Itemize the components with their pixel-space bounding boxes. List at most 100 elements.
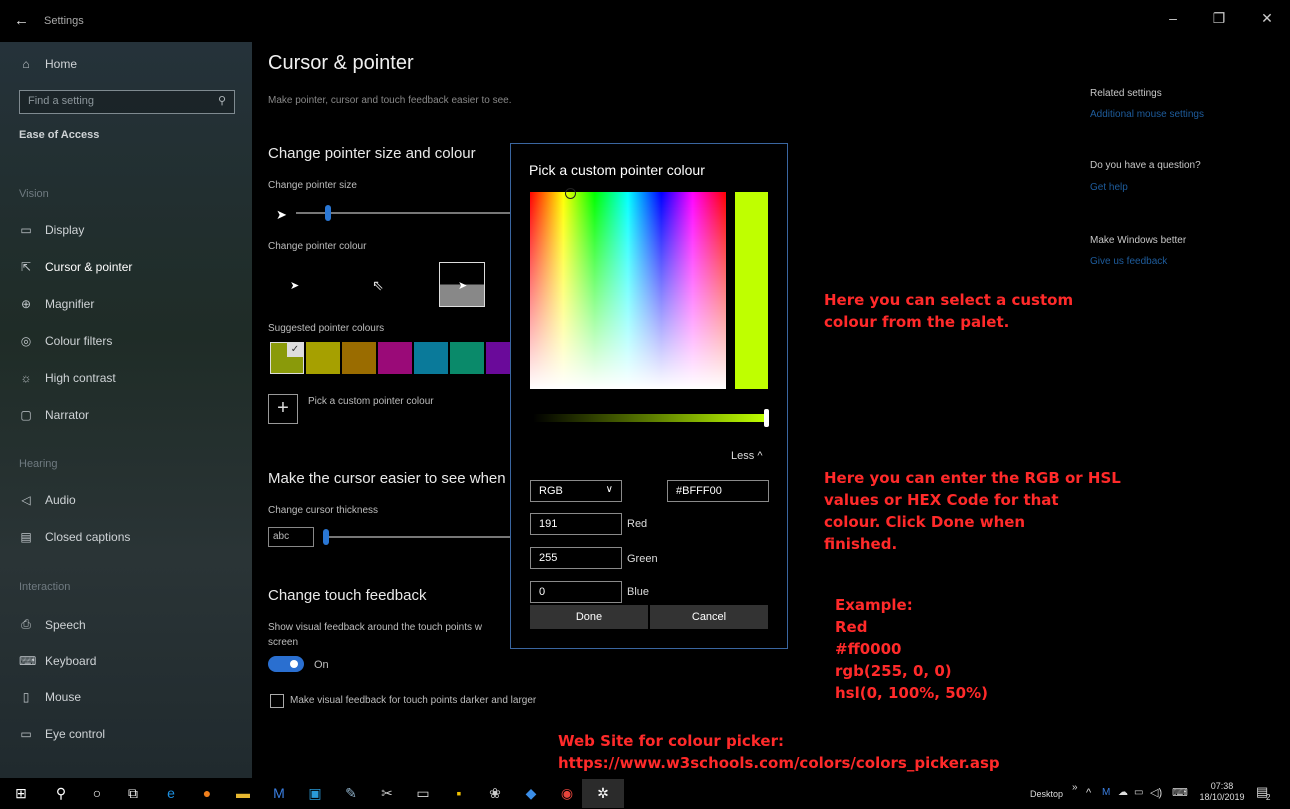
give-feedback-link[interactable]: Give us feedback [1090,256,1167,267]
minimize-button[interactable]: – [1150,10,1196,34]
sidebar-item-home[interactable]: ⌂ Home [19,57,77,71]
people-app-icon[interactable]: ❀ [486,785,504,802]
annotation-line: Here you can enter the RGB or HSL [824,469,1121,487]
colour-mode-select[interactable]: RGB ∨ [530,480,622,502]
clock[interactable]: 07:38 18/10/2019 [1198,781,1246,803]
store-app-icon[interactable]: ◆ [522,785,540,802]
colour-spectrum[interactable] [530,188,726,389]
colour-swatch[interactable] [414,342,448,374]
cursor-thickness-slider-track[interactable] [328,536,510,538]
pointer-colour-label: Change pointer colour [268,241,367,252]
paint-app-icon[interactable]: ✎ [342,785,360,802]
chevron-up-icon[interactable]: ^ [1086,787,1091,799]
sidebar-item-colour-filters[interactable]: ◎ Colour filters [19,334,113,348]
less-toggle[interactable]: Less ^ [731,450,762,462]
settings-app-active[interactable]: ✲ [582,779,624,808]
task-view-icon[interactable]: ⧉ [124,785,142,802]
desktop-toolbar[interactable]: Desktop [1030,789,1063,799]
search-placeholder: Find a setting [28,95,95,107]
windows-better-heading: Make Windows better [1090,235,1187,246]
gear-icon: ✲ [597,785,609,801]
darker-feedback-checkbox[interactable] [270,694,284,708]
green-input[interactable]: 255 [530,547,622,569]
annotation-line: rgb(255, 0, 0) [835,662,952,680]
sidebar-item-display[interactable]: ▭ Display [19,223,84,237]
pointer-size-slider-thumb[interactable] [325,205,331,221]
sidebar-item-narrator[interactable]: ▢ Narrator [19,408,89,422]
sidebar-item-eye-control[interactable]: ▭ Eye control [19,727,105,741]
keyboard-tray-icon[interactable]: ⌨ [1172,786,1188,799]
colour-swatch[interactable]: ✓ [270,342,304,374]
brightness-slider[interactable] [533,409,769,427]
firefox-icon[interactable]: ● [198,785,216,802]
touch-feedback-description-cont: screen [268,637,299,648]
colour-swatch[interactable] [306,342,340,374]
black-pointer-option[interactable]: ⇖ [372,277,384,294]
mail-tray-icon[interactable]: M [1102,787,1110,798]
cortana-icon[interactable]: ○ [88,785,106,802]
edge-icon[interactable]: e [162,785,180,802]
cloud-icon[interactable]: ☁ [1118,787,1128,798]
close-button[interactable]: ✕ [1244,10,1290,34]
page-subtitle: Make pointer, cursor and touch feedback … [268,95,512,106]
done-button[interactable]: Done [530,605,648,629]
colour-mode-value: RGB [539,485,563,497]
additional-mouse-settings-link[interactable]: Additional mouse settings [1090,109,1204,120]
get-help-link[interactable]: Get help [1090,182,1128,193]
search-input[interactable]: Find a setting ⚲ [19,90,235,114]
terminal-icon[interactable]: ▭ [414,785,432,802]
annotation-line: #ff0000 [835,640,902,658]
search-icon[interactable]: ⚲ [218,94,226,107]
file-explorer-icon[interactable]: ▬ [234,785,252,802]
cursor-icon: ⇱ [20,260,32,274]
network-icon[interactable]: ▭ [1134,787,1143,798]
mail-app-icon[interactable]: M [270,785,288,802]
sticky-notes-icon[interactable]: ▪ [450,785,468,802]
chrome-icon[interactable]: ◉ [558,785,576,802]
hex-input[interactable]: #BFFF00 [667,480,769,502]
inverted-pointer-option[interactable]: ➤ [439,262,485,307]
green-label: Green [627,553,658,565]
cursor-thickness-slider-thumb[interactable] [323,529,329,545]
toolbar-overflow-icon[interactable]: » [1072,782,1078,793]
add-custom-colour-button[interactable]: + [268,394,298,424]
snipping-tool-icon[interactable]: ✂ [378,785,396,802]
sidebar-item-speech[interactable]: ⎙ Speech [19,617,86,632]
colour-swatch[interactable] [450,342,484,374]
category-title: Ease of Access [19,129,100,141]
annotation-line: finished. [824,535,898,553]
monitor-icon: ▭ [20,223,32,237]
sidebar-item-high-contrast[interactable]: ☼ High contrast [19,371,116,385]
sidebar-item-label: Mouse [45,690,82,704]
blue-input[interactable]: 0 [530,581,622,603]
windows-start-icon[interactable]: ⊞ [12,785,30,802]
brightness-slider-thumb[interactable] [764,409,769,427]
sidebar-item-label: Keyboard [45,654,97,668]
colour-swatch[interactable] [342,342,376,374]
photos-app-icon[interactable]: ▣ [306,785,324,802]
sidebar-item-magnifier[interactable]: ⊕ Magnifier [19,297,94,311]
search-icon[interactable]: ⚲ [52,785,70,802]
maximize-button[interactable]: ❐ [1196,10,1242,34]
sidebar-item-closed-captions[interactable]: ▤ Closed captions [19,530,130,544]
touch-feedback-toggle[interactable] [268,656,304,672]
colour-swatch[interactable] [378,342,412,374]
sidebar-item-audio[interactable]: ◁ Audio [19,493,75,507]
captions-icon: ▤ [20,530,32,544]
chevron-down-icon: ∨ [605,484,613,495]
sidebar-item-cursor-pointer[interactable]: ⇱ Cursor & pointer [19,260,132,274]
spectrum-picker-handle[interactable] [565,188,576,199]
red-input[interactable]: 191 [530,513,622,535]
back-arrow-icon[interactable]: ← [14,12,29,29]
annotation-line: colour from the palet. [824,313,1010,331]
sidebar-item-keyboard[interactable]: ⌨ Keyboard [19,654,96,668]
less-label: Less [731,450,755,462]
taskbar: ⊞ ⚲ ○ ⧉ e ● ▬ M ▣ ✎ ✂ ▭ ▪ ❀ ◆ ◉ ✲ Deskto… [0,778,1290,809]
keyboard-icon: ⌨ [19,654,37,668]
custom-colour-label[interactable]: Pick a custom pointer colour [308,396,434,407]
red-label: Red [627,518,648,530]
sidebar-item-mouse[interactable]: ▯ Mouse [19,690,81,704]
cancel-button[interactable]: Cancel [650,605,768,629]
white-pointer-option[interactable]: ➤ [290,279,299,292]
volume-icon[interactable]: ◁) [1150,786,1162,799]
